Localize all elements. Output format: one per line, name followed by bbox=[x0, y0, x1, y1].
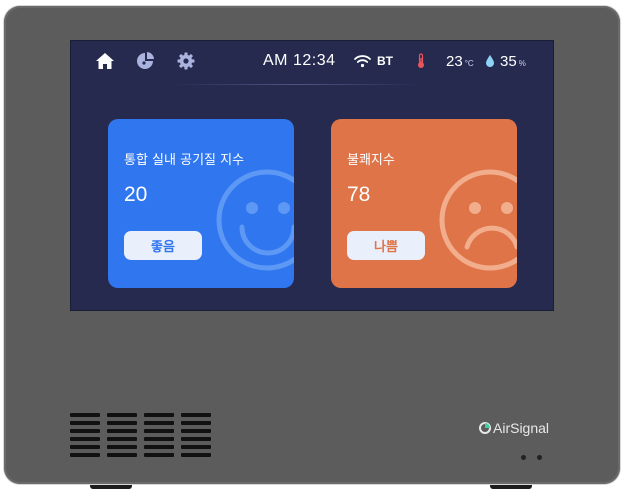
status-divider bbox=[171, 84, 421, 85]
speaker-slot bbox=[181, 413, 211, 417]
brand-logo: AirSignal bbox=[479, 420, 549, 436]
speaker-slot bbox=[70, 413, 100, 417]
temperature-reading: 23 °C bbox=[446, 41, 474, 81]
speaker-slot bbox=[181, 429, 211, 433]
clock-time: AM 12:34 bbox=[263, 52, 336, 69]
sad-face-icon bbox=[439, 169, 517, 271]
speaker-slot bbox=[144, 437, 174, 441]
speaker-slot bbox=[107, 413, 137, 417]
status-badge: 좋음 bbox=[124, 231, 202, 260]
humidity-reading: 35 % bbox=[500, 41, 526, 81]
discomfort-index-card[interactable]: 불쾌지수 78 나쁨 bbox=[331, 119, 517, 288]
status-badge: 나쁨 bbox=[347, 231, 425, 260]
temperature-unit: °C bbox=[464, 58, 474, 68]
bluetooth-label: BT bbox=[377, 54, 393, 68]
speaker-slot bbox=[70, 437, 100, 441]
speaker-slot bbox=[144, 413, 174, 417]
card-title: 불쾌지수 bbox=[347, 153, 395, 168]
pie-chart-icon[interactable] bbox=[135, 50, 157, 72]
air-quality-card[interactable]: 통합 실내 공기질 지수 20 좋음 bbox=[108, 119, 294, 288]
speaker-slot bbox=[70, 445, 100, 449]
speaker-slot bbox=[70, 421, 100, 425]
speaker-slot bbox=[181, 437, 211, 441]
speaker-slot bbox=[181, 453, 211, 457]
speaker-slot bbox=[144, 445, 174, 449]
wifi-icon bbox=[354, 41, 371, 81]
humidity-unit: % bbox=[518, 58, 526, 68]
status-bar: AM 12:34 BT 23 °C 35 % bbox=[71, 41, 553, 85]
thermometer-icon bbox=[416, 41, 426, 81]
gear-icon[interactable] bbox=[175, 50, 197, 72]
speaker-slot bbox=[107, 437, 137, 441]
airsignal-logo-icon bbox=[479, 422, 491, 434]
speaker-slot bbox=[144, 421, 174, 425]
speaker-slot bbox=[107, 445, 137, 449]
humidity-value: 35 bbox=[500, 52, 517, 70]
speaker-slot bbox=[107, 421, 137, 425]
speaker-slot bbox=[144, 453, 174, 457]
speaker-slot bbox=[181, 421, 211, 425]
home-icon[interactable] bbox=[94, 50, 116, 72]
card-value: 78 bbox=[347, 183, 371, 206]
smiley-face-icon bbox=[216, 169, 294, 271]
speaker-slot bbox=[70, 429, 100, 433]
display-screen: AM 12:34 BT 23 °C 35 % 통합 실내 공기질 지수 20 좋… bbox=[70, 40, 554, 311]
temperature-value: 23 bbox=[446, 52, 463, 70]
indicator-dot-left bbox=[521, 455, 526, 460]
speaker-slot bbox=[144, 429, 174, 433]
speaker-slot bbox=[70, 453, 100, 457]
speaker-slot bbox=[107, 429, 137, 433]
brand-name: AirSignal bbox=[493, 420, 550, 436]
indicator-dot-right bbox=[537, 455, 542, 460]
speaker-slot bbox=[107, 453, 137, 457]
water-drop-icon bbox=[485, 41, 495, 81]
speaker-slot bbox=[181, 445, 211, 449]
card-value: 20 bbox=[124, 183, 148, 206]
card-title: 통합 실내 공기질 지수 bbox=[124, 153, 245, 168]
